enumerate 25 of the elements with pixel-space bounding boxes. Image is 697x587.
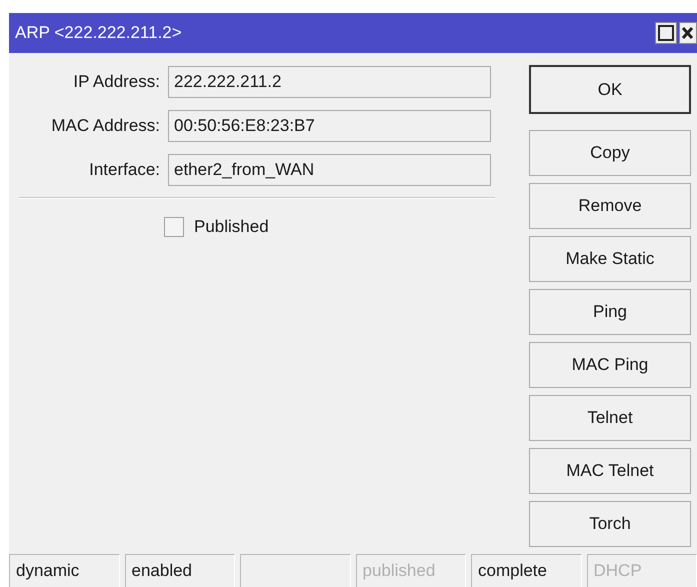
dialog-button[interactable]: Make Static bbox=[529, 236, 691, 282]
dialog-button[interactable]: Ping bbox=[529, 289, 691, 335]
status-cell: enabled bbox=[124, 554, 235, 587]
dialog-button[interactable]: Remove bbox=[529, 183, 691, 229]
dialog-button[interactable]: MAC Telnet bbox=[529, 448, 691, 494]
maximize-icon[interactable] bbox=[655, 22, 677, 44]
field-label: IP Address: bbox=[72, 72, 161, 92]
status-cell: published bbox=[356, 554, 466, 587]
window-title: ARP <222.222.211.2> bbox=[15, 23, 183, 43]
status-cell: dynamic bbox=[9, 554, 120, 587]
dialog-button[interactable]: OK bbox=[529, 65, 691, 114]
status-cell: DHCP bbox=[586, 554, 697, 587]
status-cell: complete bbox=[471, 554, 582, 587]
dialog-button[interactable]: Copy bbox=[529, 130, 691, 176]
dialog-button[interactable]: MAC Ping bbox=[529, 342, 691, 388]
input-field[interactable]: 00:50:56:E8:23:B7 bbox=[168, 110, 491, 142]
dialog-button[interactable]: Telnet bbox=[529, 395, 691, 441]
input-field[interactable]: ether2_from_WAN bbox=[168, 154, 491, 186]
dialog-button[interactable]: Torch bbox=[529, 501, 691, 547]
input-field[interactable]: 222.222.211.2 bbox=[168, 66, 491, 98]
field-label: MAC Address: bbox=[50, 116, 161, 136]
field-label: Interface: bbox=[88, 160, 161, 180]
checkbox[interactable] bbox=[164, 217, 184, 237]
close-icon[interactable] bbox=[679, 22, 697, 44]
checkbox-label: Published bbox=[194, 217, 269, 237]
